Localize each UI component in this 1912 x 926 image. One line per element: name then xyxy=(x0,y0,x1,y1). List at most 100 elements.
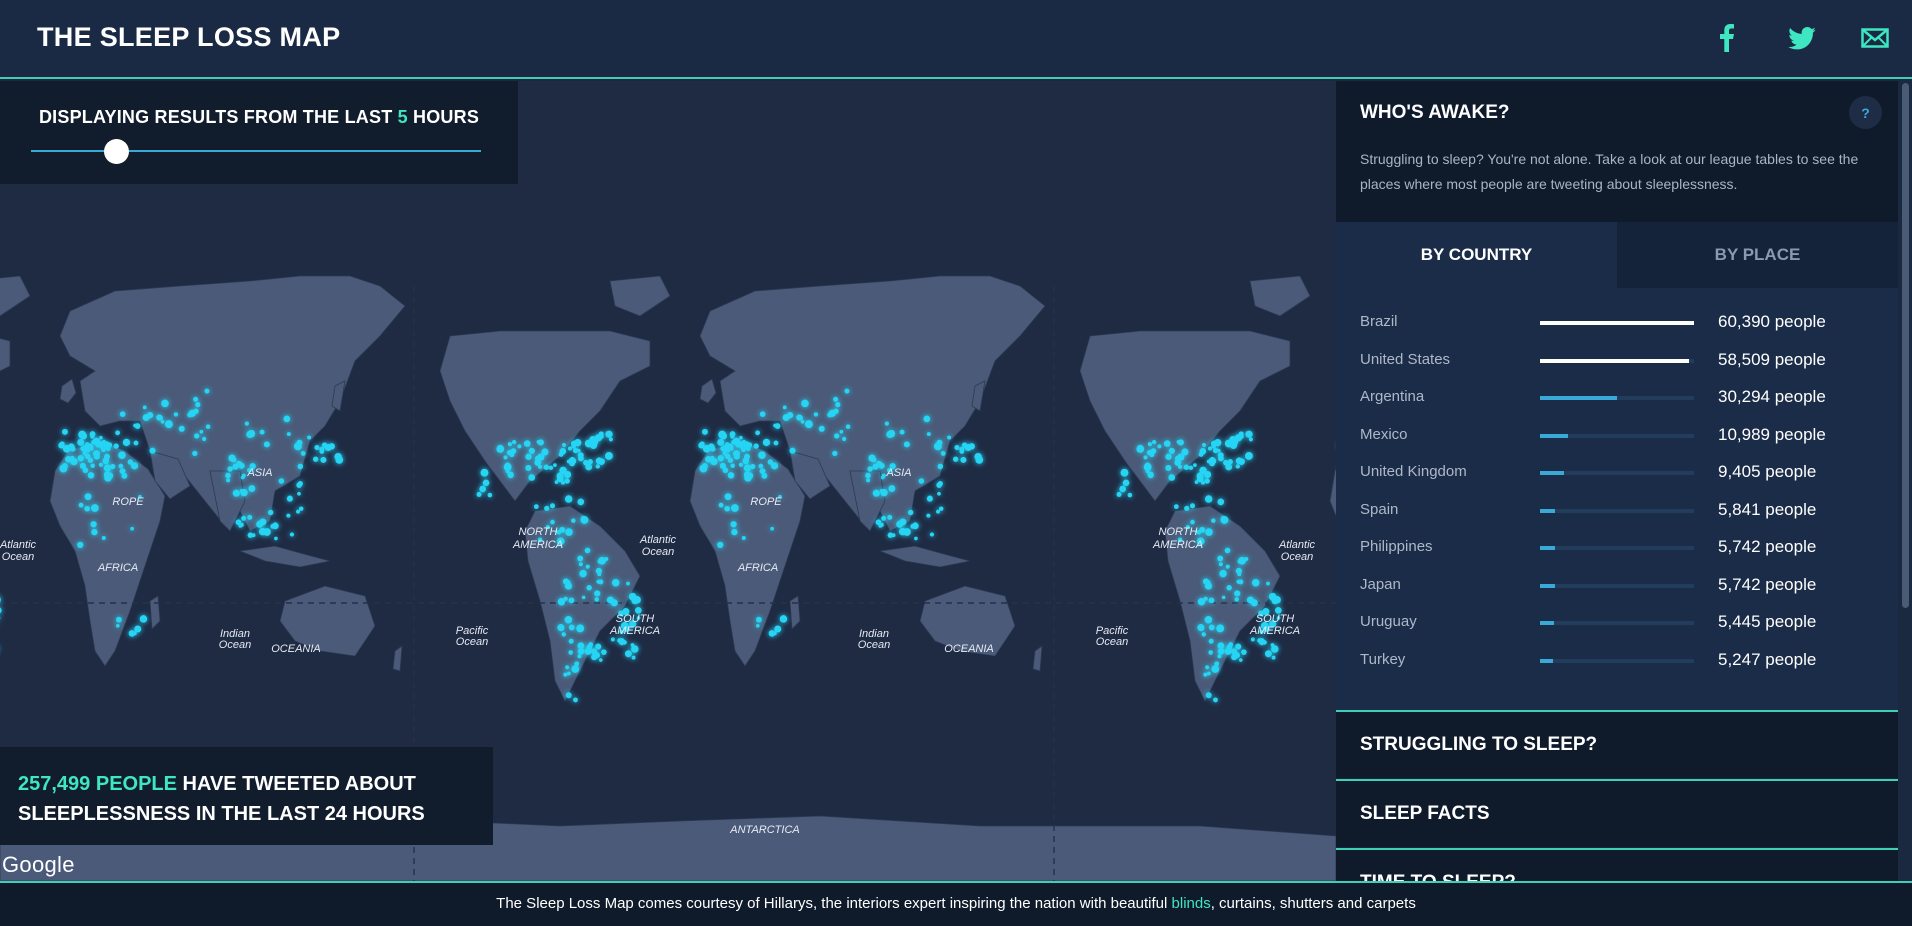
league-row: Philippines 5,742 people xyxy=(1336,533,1898,563)
tweet-dot xyxy=(758,451,766,460)
tweet-dot xyxy=(568,638,574,644)
tweet-dot xyxy=(297,463,304,470)
tweet-dot xyxy=(1163,440,1171,447)
league-row: Argentina 30,294 people xyxy=(1336,383,1898,413)
tweet-dot xyxy=(604,556,609,561)
tweet-dot xyxy=(1234,597,1240,602)
map-label: ANTARCTICA xyxy=(729,824,799,836)
scrollbar-thumb[interactable] xyxy=(1902,83,1909,608)
tweet-dot xyxy=(1203,596,1208,601)
tweet-dot xyxy=(1218,562,1223,567)
tweet-dot xyxy=(1226,644,1233,651)
tweet-dot xyxy=(1194,480,1199,484)
tweet-dot xyxy=(954,445,960,451)
tweet-dot xyxy=(774,625,782,633)
tweet-dot xyxy=(789,447,796,454)
tweet-dot xyxy=(228,454,236,462)
twitter-icon[interactable] xyxy=(1782,18,1822,58)
tweet-dot xyxy=(1176,439,1181,444)
tweet-dot xyxy=(193,396,199,402)
tweet-dot xyxy=(1193,463,1197,468)
tweet-dot xyxy=(936,439,943,446)
league-country-name: Uruguay xyxy=(1360,613,1417,630)
tweet-dot xyxy=(879,489,884,493)
tweet-dot xyxy=(118,463,124,469)
league-country-name: Argentina xyxy=(1360,388,1425,405)
help-button[interactable]: ? xyxy=(1849,96,1882,129)
map-label: Ocean xyxy=(2,551,34,563)
tweet-dot xyxy=(727,472,735,479)
tweet-dot xyxy=(225,472,231,479)
tweet-dot xyxy=(528,447,535,455)
tweet-dot xyxy=(1165,453,1172,461)
map-label: ASIA xyxy=(246,467,272,479)
facebook-icon[interactable] xyxy=(1712,18,1742,58)
tweet-dot xyxy=(872,489,880,497)
tweet-dot xyxy=(867,466,873,472)
tweet-dot xyxy=(717,438,725,446)
tweet-dot xyxy=(90,504,99,512)
tweet-dot xyxy=(1116,491,1122,497)
accordion-struggling-to-sleep[interactable]: STRUGGLING TO SLEEP? xyxy=(1336,710,1898,778)
footer-blinds-link[interactable]: blinds xyxy=(1172,895,1211,912)
map-label: Ocean xyxy=(858,639,890,651)
tweet-dot xyxy=(1204,470,1212,479)
league-count: 5,742 people xyxy=(1718,537,1817,556)
tweet-dot xyxy=(938,506,944,511)
tweet-dot xyxy=(118,451,126,460)
league-bar-track xyxy=(1540,321,1694,325)
tweet-dot xyxy=(730,504,739,512)
tweet-dot xyxy=(511,439,517,445)
tweet-dot xyxy=(929,532,935,537)
tweet-dot xyxy=(738,462,743,467)
slider-track[interactable] xyxy=(31,150,481,152)
tweet-dot xyxy=(564,495,573,503)
tweet-dot xyxy=(1189,503,1196,509)
tweet-dot xyxy=(800,419,805,424)
tweet-dot xyxy=(77,438,85,446)
league-count: 9,405 people xyxy=(1718,462,1817,481)
tweet-dot xyxy=(487,492,493,498)
tweet-dot xyxy=(286,513,291,518)
accordion-sleep-facts[interactable]: SLEEP FACTS xyxy=(1336,779,1898,847)
tab-by-place[interactable]: BY PLACE xyxy=(1617,222,1898,288)
tweet-dot xyxy=(918,478,925,484)
tweet-dot xyxy=(1147,471,1154,479)
tweet-dot xyxy=(195,401,201,408)
accordion-label: STRUGGLING TO SLEEP? xyxy=(1360,734,1598,755)
tweet-dot xyxy=(585,564,590,569)
accordion-time-to-sleep[interactable]: TIME TO SLEEP? xyxy=(1336,848,1898,881)
sidebar-scrollbar[interactable] xyxy=(1898,81,1912,881)
tweet-dot xyxy=(1248,437,1253,442)
tweet-dot xyxy=(568,650,574,655)
league-table: Brazil 60,390 people United States 58,509 p… xyxy=(1336,288,1898,710)
tweet-dot xyxy=(1235,643,1242,650)
tweet-dot xyxy=(730,463,736,469)
map-label: SOUTH xyxy=(1256,613,1295,625)
tweet-dot xyxy=(584,547,591,554)
tweet-dot xyxy=(161,399,169,408)
tweet-dot xyxy=(595,457,603,465)
tweet-dot xyxy=(717,541,724,549)
tab-by-country[interactable]: BY COUNTRY xyxy=(1336,222,1617,288)
tweet-dot xyxy=(122,438,131,447)
tweet-dot xyxy=(1208,638,1214,644)
tweet-dot xyxy=(881,515,887,521)
tweet-dot xyxy=(834,433,840,439)
tweet-dot xyxy=(115,616,122,623)
mail-icon[interactable] xyxy=(1857,18,1893,58)
tweet-dot xyxy=(543,464,550,470)
map-label: Atlantic xyxy=(639,534,677,546)
google-logo: Google xyxy=(2,852,75,877)
tweet-dot xyxy=(536,439,541,444)
tweet-dot xyxy=(84,493,92,501)
tweet-dot xyxy=(601,649,607,655)
tweet-dot xyxy=(517,444,522,449)
tweet-dot xyxy=(586,644,593,651)
tweet-dot xyxy=(1143,455,1148,460)
tweet-dot xyxy=(1231,654,1238,661)
tweet-dot xyxy=(133,440,139,446)
tweet-dot xyxy=(205,424,211,430)
tweet-dot xyxy=(770,526,774,531)
slider-thumb[interactable] xyxy=(104,139,129,164)
